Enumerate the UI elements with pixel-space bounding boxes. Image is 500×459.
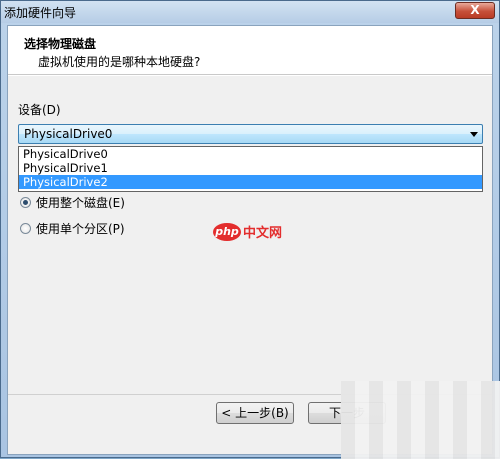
back-button[interactable]: < 上一步(B): [216, 402, 294, 424]
pixelated-overlay: [341, 381, 500, 459]
window-title: 添加硬件向导: [4, 6, 77, 20]
device-select-value: PhysicalDrive0: [24, 127, 113, 141]
header-divider: [8, 75, 492, 76]
radio-unchecked-icon[interactable]: [20, 222, 31, 234]
wizard-window: 添加硬件向导 X 选择物理磁盘 虚拟机使用的是哪种本地硬盘? 设备(D) Phy…: [0, 0, 500, 459]
close-button[interactable]: X: [455, 2, 495, 19]
dropdown-option-physicaldrive0[interactable]: PhysicalDrive0: [19, 147, 482, 161]
device-dropdown-list: PhysicalDrive0 PhysicalDrive1 PhysicalDr…: [18, 146, 483, 192]
chevron-down-icon[interactable]: [470, 132, 478, 137]
radio-checked-icon[interactable]: [20, 196, 31, 208]
radio-label-whole-disk: 使用整个磁盘(E): [36, 195, 125, 210]
device-label: 设备(D): [18, 103, 61, 117]
php-logo-icon: php: [213, 222, 241, 241]
watermark-text: 中文网: [243, 226, 283, 241]
page-subtitle: 虚拟机使用的是哪种本地硬盘?: [38, 55, 201, 69]
radio-use-whole-disk[interactable]: 使用整个磁盘(E): [20, 194, 125, 210]
wizard-header: 选择物理磁盘 虚拟机使用的是哪种本地硬盘?: [8, 26, 492, 75]
device-select[interactable]: PhysicalDrive0: [18, 124, 483, 144]
title-bar[interactable]: 添加硬件向导 X: [1, 1, 499, 23]
radio-label-single-partition: 使用单个分区(P): [36, 221, 125, 236]
dropdown-option-physicaldrive1[interactable]: PhysicalDrive1: [19, 161, 482, 175]
watermark-logo: php 中文网: [213, 222, 282, 241]
radio-use-single-partition[interactable]: 使用单个分区(P): [20, 220, 125, 236]
dropdown-option-physicaldrive2[interactable]: PhysicalDrive2: [19, 175, 482, 189]
page-title: 选择物理磁盘: [24, 37, 97, 51]
